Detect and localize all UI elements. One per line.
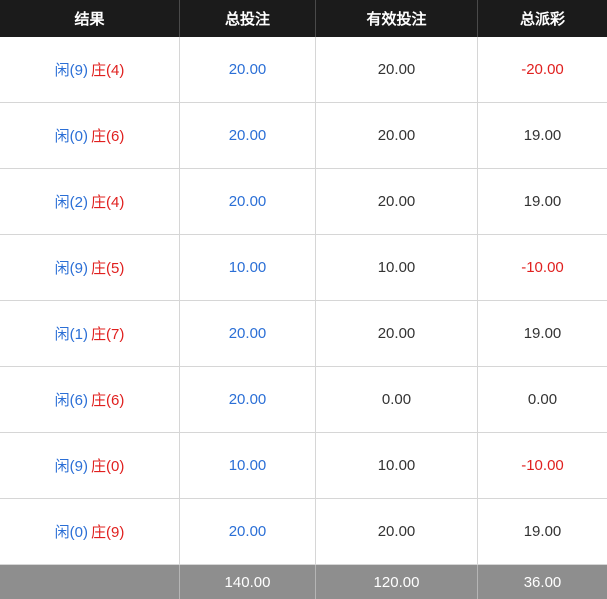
valid-bet-cell: 20.00 bbox=[316, 499, 478, 564]
table-row: 闲(6) 庄(6) 20.00 0.00 0.00 bbox=[0, 367, 607, 433]
player-result: 闲(0) bbox=[54, 524, 88, 541]
banker-result: 庄(5) bbox=[91, 260, 125, 277]
table-row: 闲(2) 庄(4) 20.00 20.00 19.00 bbox=[0, 169, 607, 235]
footer-valid-bet: 120.00 bbox=[316, 565, 478, 599]
table-row: 闲(0) 庄(6) 20.00 20.00 19.00 bbox=[0, 103, 607, 169]
player-result: 闲(9) bbox=[54, 458, 88, 475]
player-result: 闲(0) bbox=[54, 128, 88, 145]
result-cell: 闲(6) 庄(6) bbox=[0, 367, 180, 432]
table-row: 闲(9) 庄(5) 10.00 10.00 -10.00 bbox=[0, 235, 607, 301]
valid-bet-cell: 10.00 bbox=[316, 433, 478, 498]
banker-result: 庄(9) bbox=[91, 524, 125, 541]
player-result: 闲(9) bbox=[54, 62, 88, 79]
total-bet-cell: 20.00 bbox=[180, 301, 316, 366]
table-row: 闲(9) 庄(0) 10.00 10.00 -10.00 bbox=[0, 433, 607, 499]
valid-bet-cell: 20.00 bbox=[316, 37, 478, 102]
player-result: 闲(1) bbox=[54, 326, 88, 343]
banker-result: 庄(6) bbox=[91, 128, 125, 145]
result-cell: 闲(9) 庄(5) bbox=[0, 235, 180, 300]
total-bet-cell: 20.00 bbox=[180, 37, 316, 102]
result-cell: 闲(1) 庄(7) bbox=[0, 301, 180, 366]
valid-bet-cell: 20.00 bbox=[316, 301, 478, 366]
footer-total-payout: 36.00 bbox=[523, 573, 562, 591]
result-cell: 闲(2) 庄(4) bbox=[0, 169, 180, 234]
payout-cell: -10.00 bbox=[521, 457, 564, 474]
total-bet-cell: 20.00 bbox=[180, 367, 316, 432]
table-row: 闲(1) 庄(7) 20.00 20.00 19.00 bbox=[0, 301, 607, 367]
header-result: 结果 bbox=[0, 0, 180, 37]
payout-cell: 19.00 bbox=[523, 193, 562, 210]
payout-cell: 19.00 bbox=[523, 523, 562, 540]
header-total-payout: 总派彩 bbox=[519, 11, 565, 28]
table-row: 闲(9) 庄(4) 20.00 20.00 -20.00 bbox=[0, 37, 607, 103]
valid-bet-cell: 0.00 bbox=[316, 367, 478, 432]
total-bet-cell: 20.00 bbox=[180, 499, 316, 564]
banker-result: 庄(7) bbox=[91, 326, 125, 343]
table-header: 结果 总投注 有效投注 总派彩 bbox=[0, 0, 607, 37]
payout-cell: -20.00 bbox=[521, 61, 564, 78]
player-result: 闲(6) bbox=[54, 392, 88, 409]
player-result: 闲(9) bbox=[54, 260, 88, 277]
banker-result: 庄(4) bbox=[91, 62, 125, 79]
header-total-bet: 总投注 bbox=[180, 0, 316, 37]
result-cell: 闲(9) 庄(4) bbox=[0, 37, 180, 102]
valid-bet-cell: 20.00 bbox=[316, 169, 478, 234]
payout-cell: 19.00 bbox=[523, 127, 562, 144]
table-footer-totals: 140.00 120.00 36.00 bbox=[0, 565, 607, 599]
result-cell: 闲(0) 庄(6) bbox=[0, 103, 180, 168]
result-cell: 闲(9) 庄(0) bbox=[0, 433, 180, 498]
table-body: 闲(9) 庄(4) 20.00 20.00 -20.00 闲(0) 庄(6) 20.00 20.… bbox=[0, 37, 607, 565]
total-bet-cell: 20.00 bbox=[180, 169, 316, 234]
total-bet-cell: 20.00 bbox=[180, 103, 316, 168]
valid-bet-cell: 20.00 bbox=[316, 103, 478, 168]
valid-bet-cell: 10.00 bbox=[316, 235, 478, 300]
banker-result: 庄(0) bbox=[91, 458, 125, 475]
payout-cell: 19.00 bbox=[523, 325, 562, 342]
total-bet-cell: 10.00 bbox=[180, 235, 316, 300]
payout-cell: 0.00 bbox=[527, 391, 558, 408]
player-result: 闲(2) bbox=[54, 194, 88, 211]
result-cell: 闲(0) 庄(9) bbox=[0, 499, 180, 564]
bet-history-table: 结果 总投注 有效投注 总派彩 闲(9) 庄(4) 20.00 20.00 -20.00… bbox=[0, 0, 607, 599]
table-row: 闲(0) 庄(9) 20.00 20.00 19.00 bbox=[0, 499, 607, 565]
banker-result: 庄(6) bbox=[91, 392, 125, 409]
banker-result: 庄(4) bbox=[91, 194, 125, 211]
total-bet-cell: 10.00 bbox=[180, 433, 316, 498]
payout-cell: -10.00 bbox=[521, 259, 564, 276]
footer-result-empty bbox=[0, 565, 180, 599]
footer-total-bet: 140.00 bbox=[180, 565, 316, 599]
header-valid-bet: 有效投注 bbox=[316, 0, 478, 37]
